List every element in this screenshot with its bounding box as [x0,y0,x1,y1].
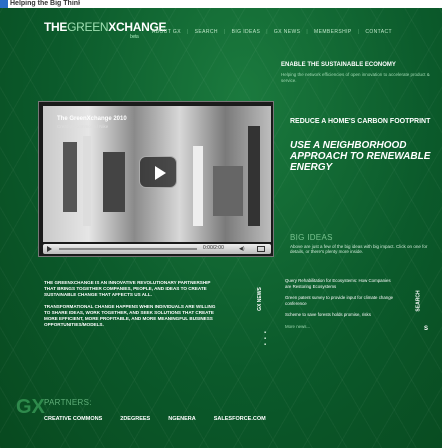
nav-big-ideas[interactable]: BIG IDEAS [232,29,261,35]
partner-2degrees[interactable]: 2DEGREES [120,416,150,422]
main-nav: ABOUT GX | SEARCH | BIG IDEAS | GX NEWS | ME… [152,29,392,35]
nav-gx-news[interactable]: GX NEWS [274,29,300,35]
news-list-icons: ▪ ▪ ▪ [264,330,267,348]
volume-icon[interactable]: ◀) [239,246,245,252]
idea-neighborhood-energy[interactable]: USE A NEIGHBORHOOD APPROACH TO RENEWABLE… [290,140,442,173]
partners-heading: PARTNERS: [44,398,92,407]
big-ideas-heading[interactable]: BIG IDEAS [290,233,440,242]
browser-tab-strip: Helping the Big Thinkers [0,0,442,8]
logo-the: THE [44,20,68,34]
nav-separator: | [266,29,268,35]
news-item[interactable]: Green patent survey to provide input for… [285,295,397,306]
beta-badge: beta [130,34,139,40]
nav-separator: | [223,29,226,35]
gx-news-tab-label: GX NEWS [256,287,263,311]
video-time: 0:00/2:00 [203,245,224,251]
news-item[interactable]: Query Rehabilitation for Ecosystems: How… [285,278,397,289]
video-controls: 0:00/2:00 ◀) [43,244,271,254]
intro-paragraph-2: TRANSFORMATIONAL CHANGE HAPPENS WHEN IND… [44,303,216,328]
nav-membership[interactable]: MEMBERSHIP [314,29,352,35]
site-logo[interactable]: THEGREENXCHANGE beta [44,20,167,40]
nav-separator: | [357,29,360,35]
logo-green: GREEN [67,20,109,34]
gx-mark: GX [16,396,45,418]
search-ellipsis: S [424,326,429,332]
news-item[interactable]: Scheme to save forests holds promise, ri… [285,312,397,318]
tagline-subtitle: Helping the network efficiencies of open… [281,72,430,83]
featured-ideas: REDUCE A HOME'S CARBON FOOTPRINT USE A N… [290,118,442,173]
idea-carbon-footprint[interactable]: REDUCE A HOME'S CARBON FOOTPRINT [290,118,442,126]
tab-favicon-icon [0,0,8,8]
more-news-link[interactable]: More news... [285,324,397,330]
big-ideas-description: Above are just a few of the big ideas wi… [290,244,428,254]
partner-ngenera[interactable]: NGENERA [168,416,196,422]
video-subtitle: Creative Commons / Nike [57,124,109,129]
partner-creative-commons[interactable]: CREATIVE COMMONS [44,416,102,422]
tagline-title: ENABLE THE SUSTAINABLE ECONOMY [281,62,396,68]
gx-news-tab[interactable]: GX NEWS [257,280,274,322]
intro-paragraph-1: THE GREENXCHANGE IS AN INNOVATIVE REVOLU… [44,280,211,298]
partner-salesforce[interactable]: SALESFORCE.COM [214,416,266,422]
nav-separator: | [306,29,309,35]
nav-search[interactable]: SEARCH [195,29,218,35]
play-button-icon[interactable] [47,246,52,252]
nav-separator: | [186,29,189,35]
video-screen[interactable]: The GreenXchange 2010 Creative Commons /… [43,106,271,242]
tagline: ENABLE THE SUSTAINABLE ECONOMY Helping t… [281,62,431,84]
seek-bar[interactable] [59,248,197,250]
page: THEGREENXCHANGE beta ABOUT GX | SEARCH | B… [0,8,442,448]
search-tab-label: SEARCH [415,290,422,312]
video-player[interactable]: The GreenXchange 2010 Creative Commons /… [38,101,274,257]
fullscreen-icon[interactable] [257,246,265,252]
browser-tab[interactable]: Helping the Big Thinkers [10,0,80,8]
news-list: Query Rehabilitation for Ecosystems: How… [285,278,397,330]
big-ideas: BIG IDEAS Above are just a few of the bi… [290,233,440,254]
nav-contact[interactable]: CONTACT [365,29,392,35]
play-icon[interactable] [139,156,177,188]
video-title: The GreenXchange 2010 [57,116,127,122]
intro-text: THE GREENXCHANGE IS AN INNOVATIVE REVOLU… [44,280,216,328]
partners-list: CREATIVE COMMONS 2DEGREES NGENERA SALESF… [44,416,266,422]
nav-about[interactable]: ABOUT GX [152,29,181,35]
